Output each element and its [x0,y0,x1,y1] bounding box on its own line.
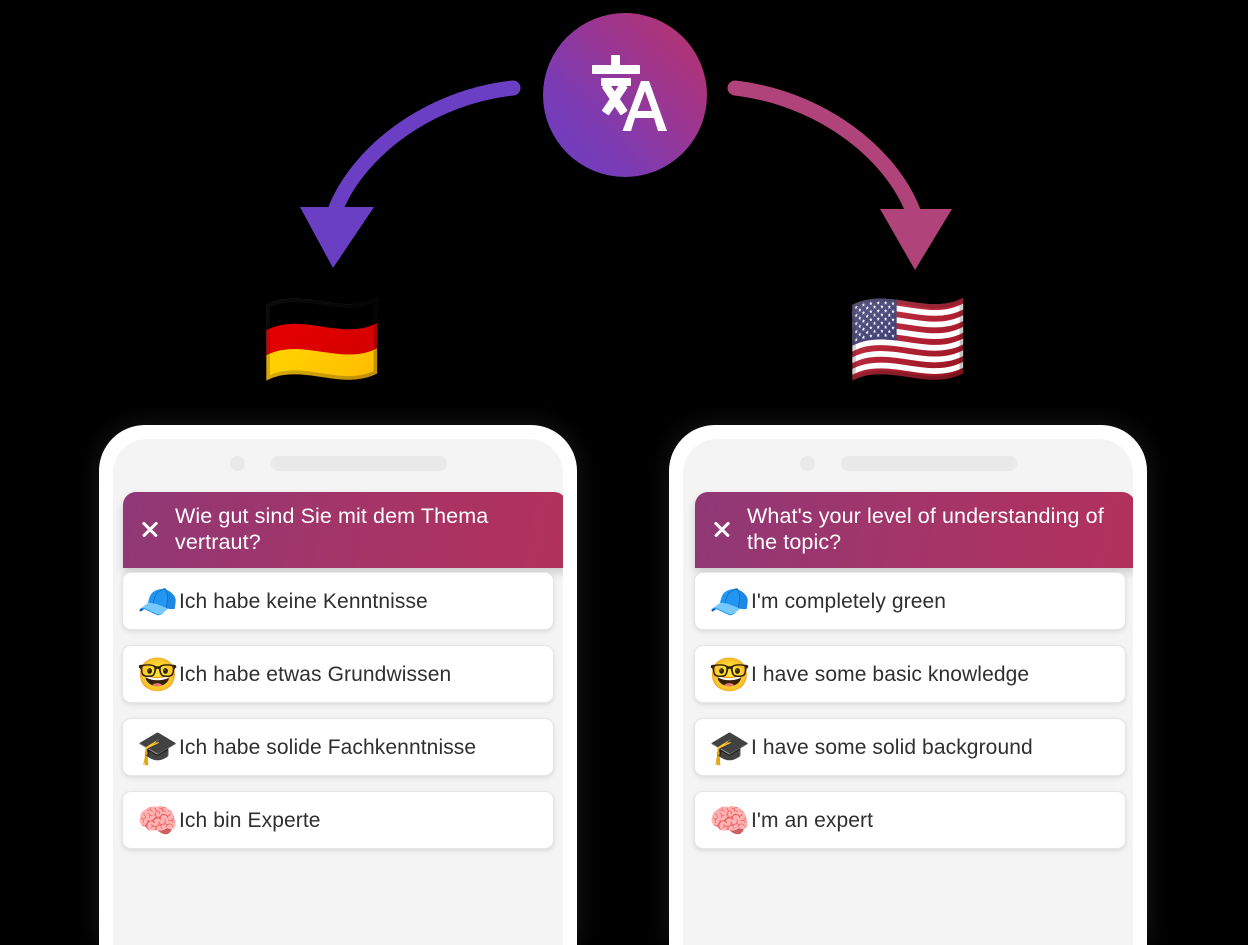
survey-option-label: Ich habe solide Fachkenntnisse [179,735,477,759]
billed-cap-emoji: 🧢 [137,582,179,620]
survey-option-3-english[interactable]: 🎓 I have some solid background [694,718,1126,776]
phone-screen-english: What's your level of understanding of th… [683,439,1133,945]
translate-badge[interactable] [543,13,707,177]
close-icon[interactable] [137,516,163,542]
brain-emoji: 🧠 [709,801,751,839]
survey-option-label: I'm an expert [751,808,874,832]
survey-question-english: What's your level of understanding of th… [747,504,1104,554]
survey-header-english: What's your level of understanding of th… [695,492,1133,568]
arrow-to-german-head [300,207,374,268]
survey-header-german: Wie gut sind Sie mit dem Thema vertraut? [123,492,563,568]
survey-option-label: Ich bin Experte [179,808,321,832]
phone-screen-german: Wie gut sind Sie mit dem Thema vertraut?… [113,439,563,945]
survey-option-2-german[interactable]: 🤓 Ich habe etwas Grundwissen [122,645,554,703]
nerd-face-emoji: 🤓 [709,655,751,693]
survey-option-2-english[interactable]: 🤓 I have some basic knowledge [694,645,1126,703]
survey-option-label: I have some solid background [751,735,1033,759]
survey-options-english: 🧢 I'm completely green 🤓 I have some bas… [694,572,1126,864]
speaker-grille-icon [840,455,1017,471]
camera-dot-icon [799,455,815,471]
phone-english: What's your level of understanding of th… [669,425,1147,945]
survey-question-german: Wie gut sind Sie mit dem Thema vertraut? [175,504,489,554]
arrow-to-english-curve [727,80,921,219]
translation-illustration: 🇩🇪 🇺🇸 Wie gut sind Sie mit dem Thema ver… [0,0,1248,945]
phone-german: Wie gut sind Sie mit dem Thema vertraut?… [99,425,577,945]
arrow-to-english-head [880,209,952,270]
graduation-cap-emoji: 🎓 [137,728,179,766]
speaker-grille-icon [270,455,447,471]
phone-hardware-row-english [683,454,1133,472]
arrow-to-german-curve [328,80,521,216]
survey-option-label: Ich habe etwas Grundwissen [179,662,452,686]
survey-option-1-english[interactable]: 🧢 I'm completely green [694,572,1126,630]
graduation-cap-emoji: 🎓 [709,728,751,766]
nerd-face-emoji: 🤓 [137,655,179,693]
survey-options-german: 🧢 Ich habe keine Kenntnisse 🤓 Ich habe e… [122,572,554,864]
translate-icon [592,55,667,131]
survey-option-3-german[interactable]: 🎓 Ich habe solide Fachkenntnisse [122,718,554,776]
us-flag: 🇺🇸 [848,286,968,393]
camera-dot-icon [229,455,245,471]
survey-option-label: Ich habe keine Kenntnisse [179,589,428,613]
brain-emoji: 🧠 [137,801,179,839]
phone-hardware-row-german [113,454,563,472]
close-icon[interactable] [709,516,735,542]
survey-option-4-german[interactable]: 🧠 Ich bin Experte [122,791,554,849]
survey-option-label: I have some basic knowledge [751,662,1030,686]
billed-cap-emoji: 🧢 [709,582,751,620]
survey-option-1-german[interactable]: 🧢 Ich habe keine Kenntnisse [122,572,554,630]
german-flag: 🇩🇪 [262,286,382,393]
survey-option-4-english[interactable]: 🧠 I'm an expert [694,791,1126,849]
survey-option-label: I'm completely green [751,589,947,613]
